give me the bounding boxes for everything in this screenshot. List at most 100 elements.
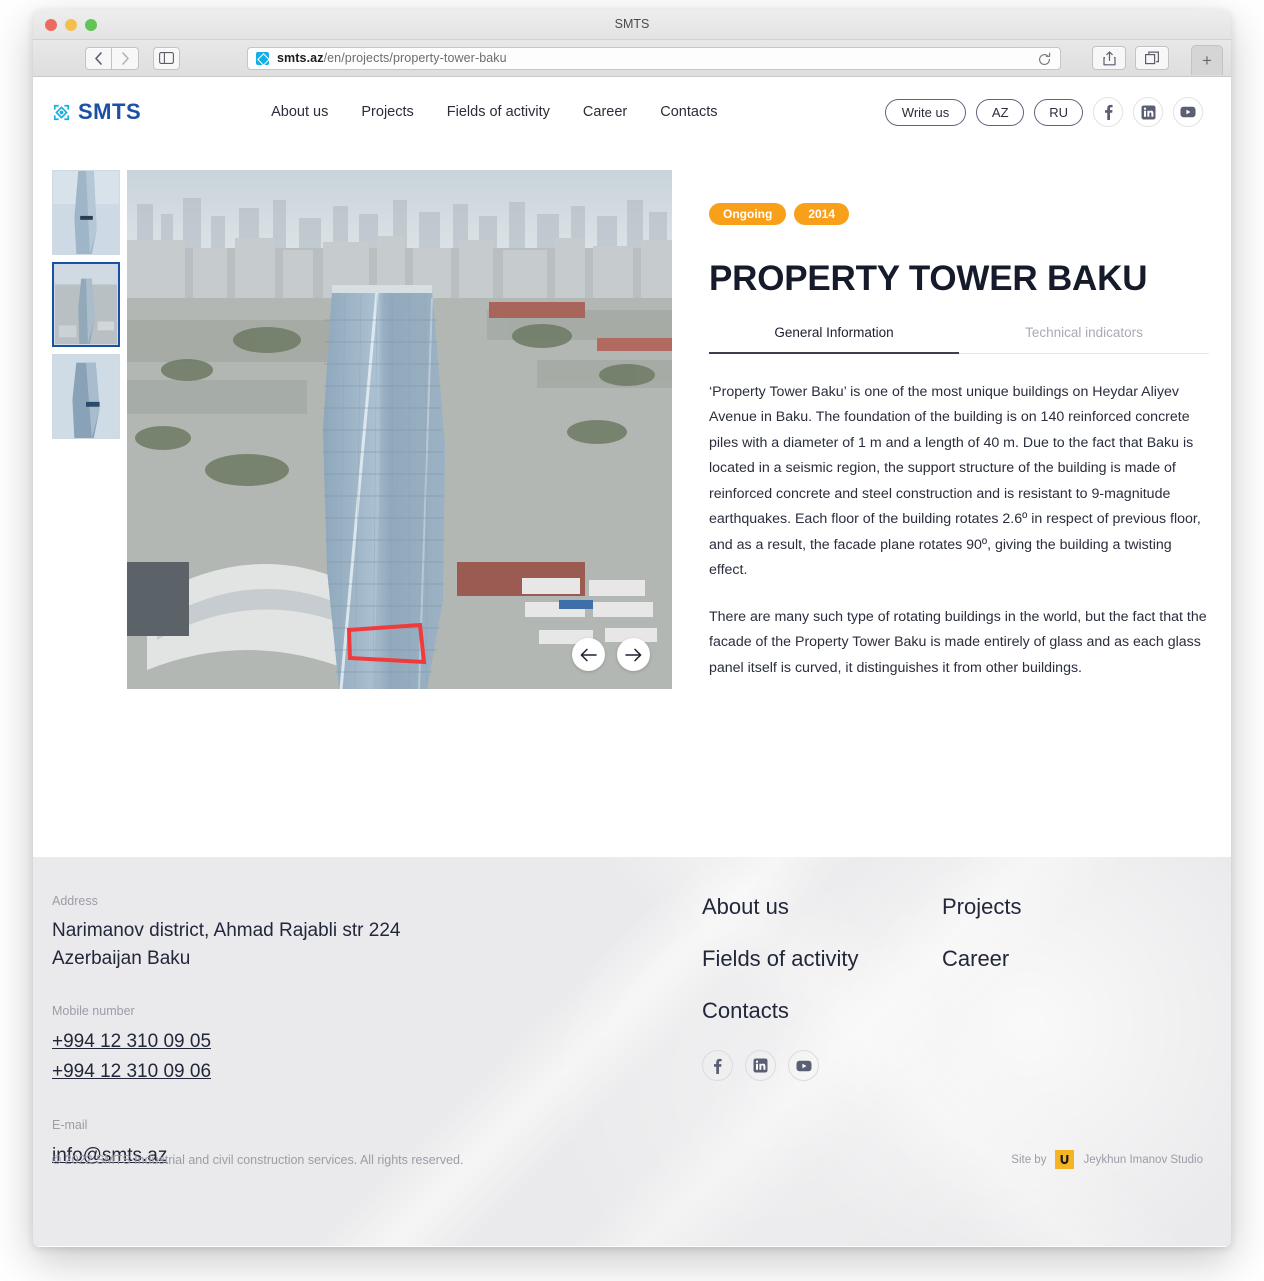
footer-contact-column: Address Narimanov district, Ahmad Rajabl…: [52, 894, 702, 1171]
site-logo[interactable]: SMTS: [52, 99, 141, 125]
footer-facebook-link[interactable]: [702, 1050, 733, 1081]
forward-button[interactable]: [112, 46, 139, 70]
project-tabs: General Information Technical indicators: [709, 325, 1209, 354]
footer-navigation: About us Fields of activity Contacts Pro…: [702, 894, 1021, 1171]
horseshoe-icon: [1061, 1154, 1069, 1164]
site-logo-text: SMTS: [78, 99, 142, 124]
arrow-left-icon: [580, 648, 597, 661]
studio-name: Jeykhun Imanov Studio: [1083, 1153, 1203, 1166]
footer-link-career[interactable]: Career: [942, 946, 1021, 972]
nav-item-about-us[interactable]: About us: [271, 104, 328, 120]
description-paragraph-1: ‘Property Tower Baku’ is one of the most…: [709, 383, 1201, 579]
address-line-1: Narimanov district, Ahmad Rajabli str 22…: [52, 920, 401, 941]
project-details: Ongoing 2014 PROPERTY TOWER BAKU General…: [672, 170, 1209, 689]
write-us-button[interactable]: Write us: [884, 98, 967, 126]
footer-link-contacts[interactable]: Contacts: [702, 998, 942, 1024]
status-badge: Ongoing: [709, 203, 787, 225]
copyright-text: © 2022 SMTS Industrial and civil constru…: [52, 1152, 464, 1167]
nav-item-fields-of-activity[interactable]: Fields of activity: [447, 104, 550, 120]
thumbnail-2-image: [55, 265, 117, 344]
gallery-carousel-nav: [572, 638, 650, 671]
year-badge: 2014: [794, 203, 850, 225]
footer-phone-group: Mobile number +994 12 310 09 05 +994 12 …: [52, 1004, 702, 1087]
smts-logo-icon: [53, 104, 70, 120]
gallery-prev-button[interactable]: [572, 638, 605, 671]
thumbnail-1-image: [53, 171, 119, 254]
language-button-az[interactable]: AZ: [976, 98, 1025, 126]
nav-item-contacts[interactable]: Contacts: [660, 104, 717, 120]
footer-link-about-us[interactable]: About us: [702, 894, 942, 920]
header-youtube-link[interactable]: [1173, 97, 1203, 127]
facebook-icon: [1104, 104, 1113, 120]
arrow-right-icon: [625, 648, 642, 661]
address-bar[interactable]: smts.az/en/projects/property-tower-baku: [247, 46, 1061, 70]
footer-content: Address Narimanov district, Ahmad Rajabl…: [33, 857, 1231, 1171]
nav-buttons[interactable]: [85, 46, 139, 70]
gallery-next-button[interactable]: [617, 638, 650, 671]
project-gallery: [52, 170, 672, 689]
url-domain: smts.az: [277, 51, 324, 65]
site-favicon-icon: [256, 51, 269, 65]
project-hero-image[interactable]: [127, 170, 672, 689]
address-bar-url: smts.az/en/projects/property-tower-baku: [277, 51, 507, 65]
reload-button[interactable]: [1037, 52, 1052, 67]
new-tab-button[interactable]: +: [1191, 45, 1223, 75]
back-button[interactable]: [85, 46, 112, 70]
footer-nav-column-1: About us Fields of activity Contacts: [702, 894, 942, 1171]
address-label: Address: [52, 894, 98, 908]
browser-toolbar: smts.az/en/projects/property-tower-baku …: [33, 40, 1231, 77]
show-tabs-button[interactable]: [1135, 46, 1169, 70]
share-button[interactable]: [1092, 46, 1126, 70]
sidebar-toggle-button[interactable]: [153, 46, 180, 70]
chevron-left-icon: [95, 51, 102, 65]
project-content: Ongoing 2014 PROPERTY TOWER BAKU General…: [33, 147, 1231, 689]
header-linkedin-link[interactable]: [1133, 97, 1163, 127]
project-badges: Ongoing 2014: [709, 203, 1209, 225]
site-credit: Site by Jeykhun Imanov Studio: [1011, 1150, 1203, 1169]
thumbnail-3[interactable]: [52, 354, 120, 439]
email-label: E-mail: [52, 1118, 88, 1132]
sidebar-icon: [159, 52, 174, 64]
thumbnail-1[interactable]: [52, 170, 120, 255]
description-paragraph-2: There are many such type of rotating bui…: [709, 608, 1207, 676]
footer-link-projects[interactable]: Projects: [942, 894, 1021, 920]
thumbnail-3-image: [53, 355, 119, 438]
window-title: SMTS: [614, 17, 650, 31]
youtube-icon: [796, 1060, 811, 1071]
phone-link-1[interactable]: +994 12 310 09 05: [52, 1027, 702, 1057]
browser-window: SMTS smts.az/en/projects/property-tower-…: [33, 10, 1231, 1247]
language-button-ru[interactable]: RU: [1034, 98, 1083, 126]
page-title: PROPERTY TOWER BAKU: [709, 259, 1148, 298]
footer-bottom-bar: © 2022 SMTS Industrial and civil constru…: [52, 1150, 1203, 1169]
address-line-2: Azerbaijan Baku: [52, 948, 191, 969]
footer-youtube-link[interactable]: [788, 1050, 819, 1081]
browser-titlebar: SMTS: [33, 10, 1231, 40]
nav-item-projects[interactable]: Projects: [361, 104, 413, 120]
main-navigation: About us Projects Fields of activity Car…: [271, 104, 717, 120]
url-path: /en/projects/property-tower-baku: [323, 51, 507, 65]
phone-link-2[interactable]: +994 12 310 09 06: [52, 1057, 702, 1087]
footer-nav-column-2: Projects Career: [942, 894, 1021, 1171]
footer-linkedin-link[interactable]: [745, 1050, 776, 1081]
site-footer: Address Narimanov district, Ahmad Rajabl…: [33, 857, 1231, 1246]
toolbar-right-buttons: [1092, 46, 1169, 70]
studio-logo-icon: [1055, 1150, 1075, 1169]
footer-social-links: [702, 1050, 942, 1081]
address-value: Narimanov district, Ahmad Rajabli str 22…: [52, 917, 702, 973]
page-content: SMTS About us Projects Fields of activit…: [33, 77, 1231, 1246]
footer-link-fields-of-activity[interactable]: Fields of activity: [702, 946, 942, 972]
site-header: SMTS About us Projects Fields of activit…: [33, 77, 1231, 147]
thumbnail-2[interactable]: [52, 262, 120, 347]
header-facebook-link[interactable]: [1093, 97, 1123, 127]
tab-technical-indicators[interactable]: Technical indicators: [959, 325, 1209, 353]
share-icon: [1102, 50, 1116, 65]
mobile-number-label: Mobile number: [52, 1004, 135, 1018]
linkedin-icon: [1141, 105, 1155, 119]
gallery-thumbnails: [52, 170, 120, 689]
linkedin-icon: [753, 1058, 768, 1073]
hero-image-photo: [127, 170, 672, 689]
youtube-icon: [1180, 106, 1196, 118]
tab-general-information[interactable]: General Information: [709, 325, 959, 354]
tabs-icon: [1144, 51, 1159, 65]
nav-item-career[interactable]: Career: [583, 104, 627, 120]
